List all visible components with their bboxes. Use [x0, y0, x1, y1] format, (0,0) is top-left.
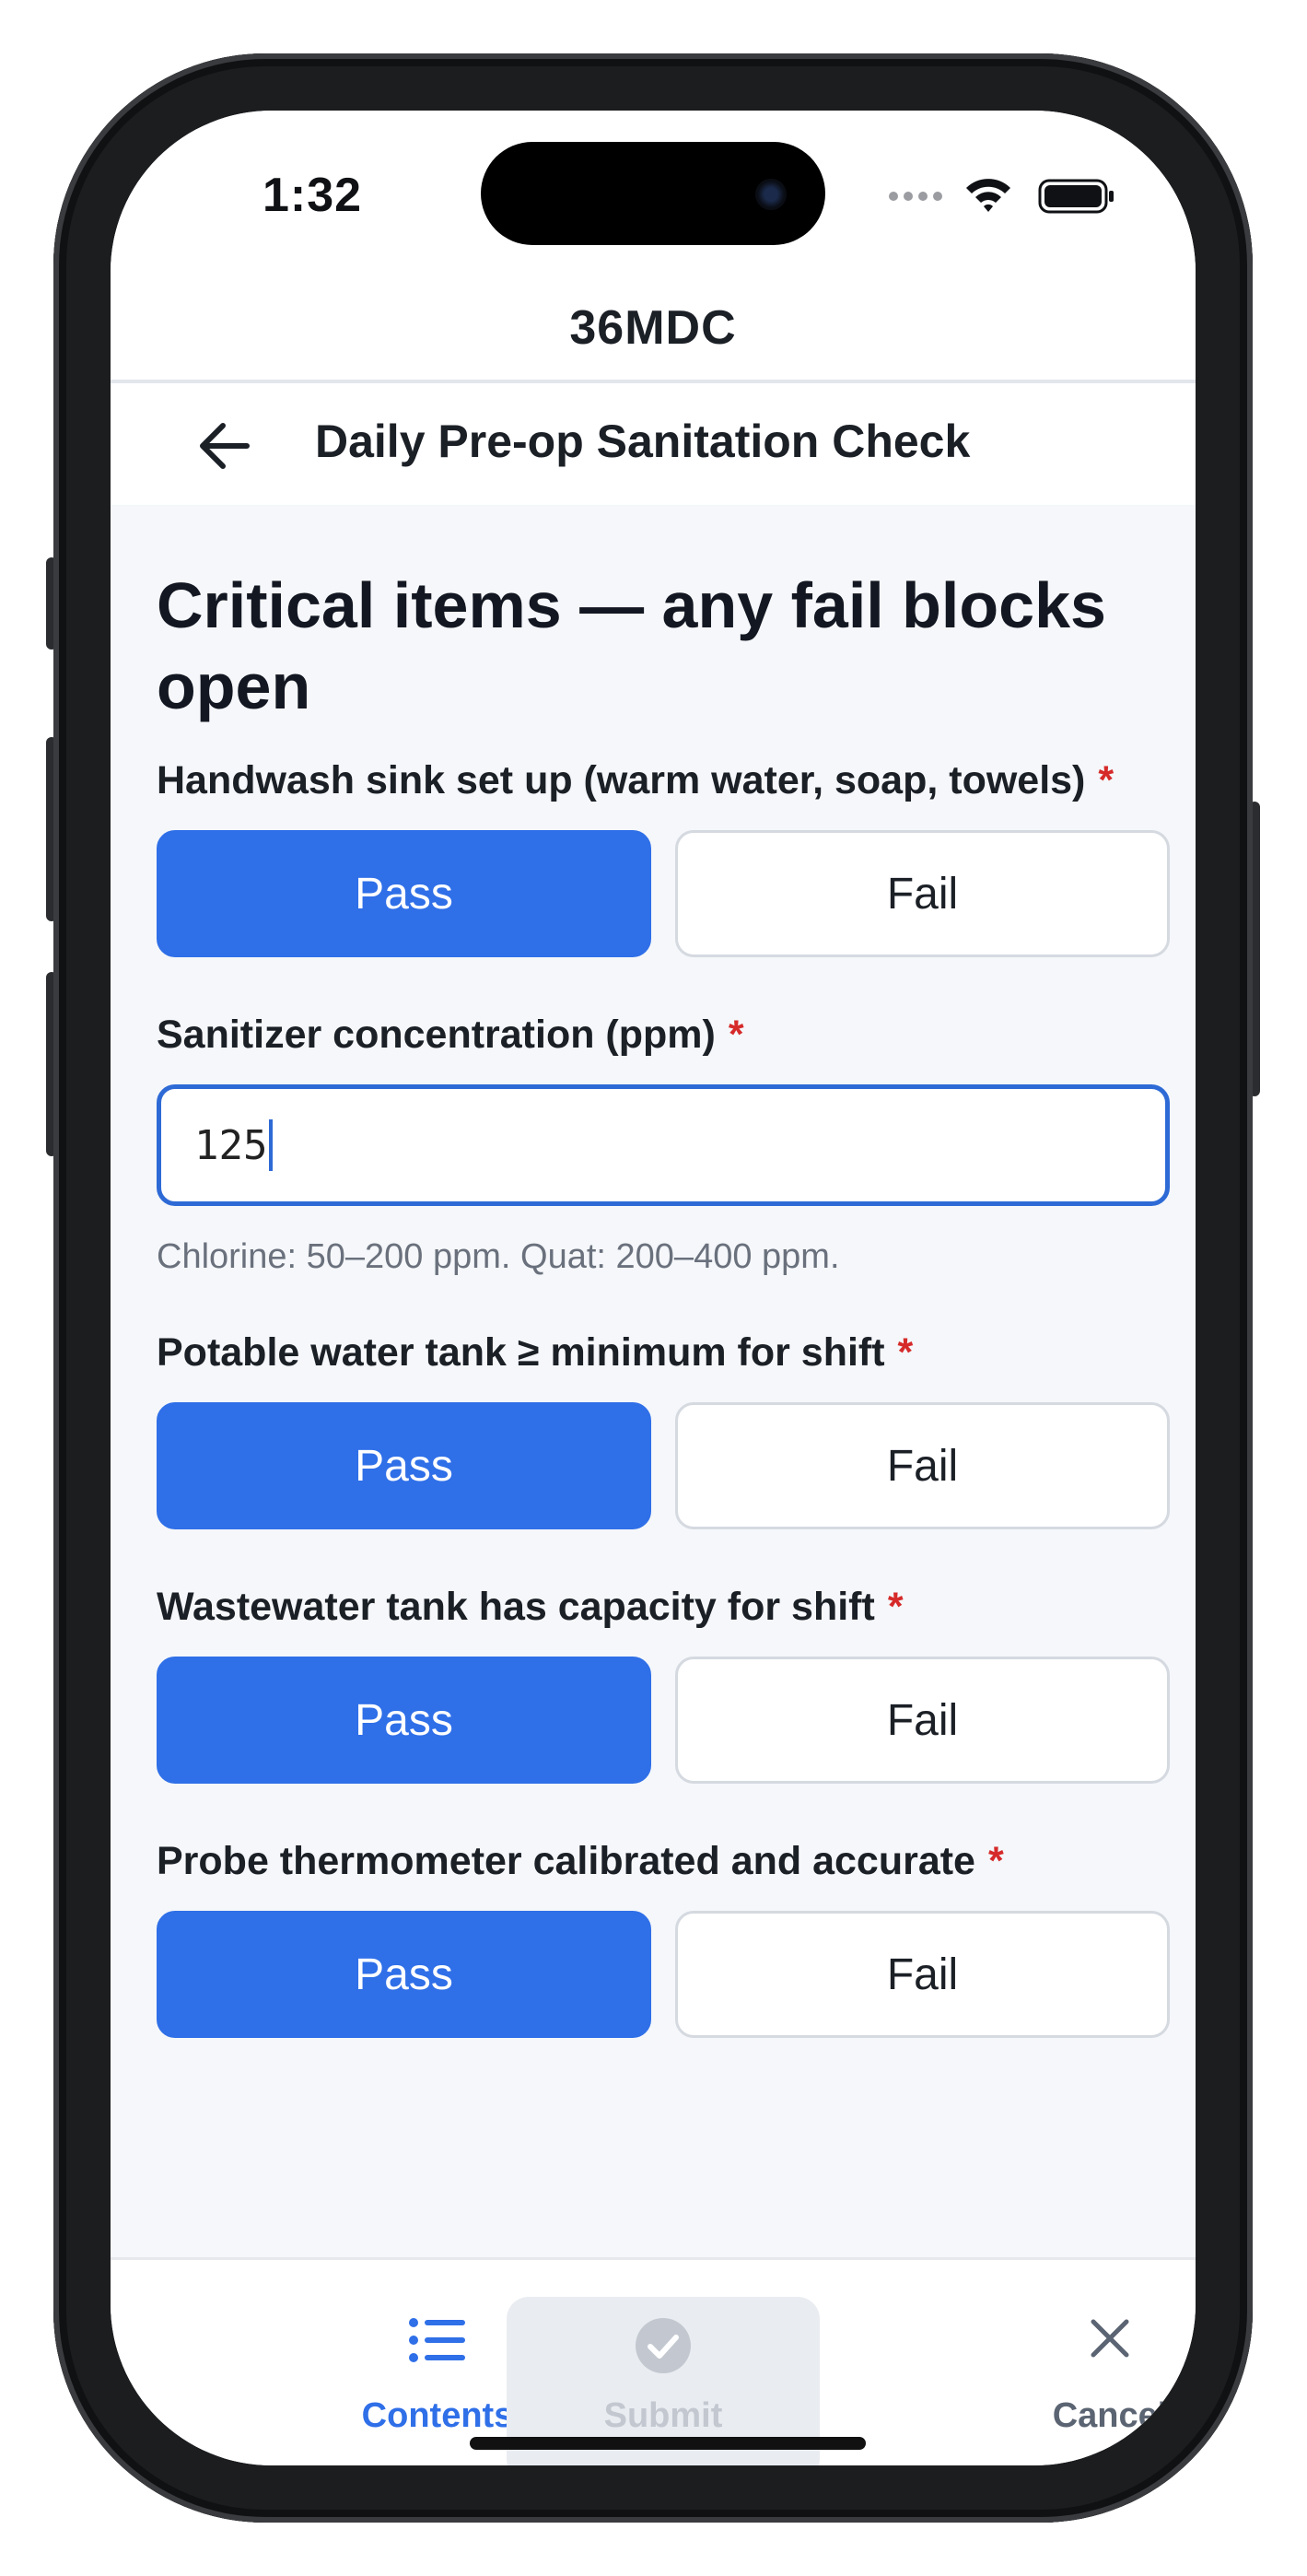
- field-label: Potable water tank ≥ minimum for shift *: [157, 1330, 914, 1375]
- battery-icon: [1038, 179, 1114, 214]
- pass-button[interactable]: Pass: [157, 1911, 651, 2038]
- fail-button[interactable]: Fail: [675, 1911, 1170, 2038]
- bottom-nav: Contents Submit Cancel: [111, 2257, 1196, 2465]
- home-indicator: [470, 2437, 866, 2450]
- field-label: Handwash sink set up (warm water, soap, …: [157, 758, 1114, 802]
- required-marker: *: [987, 1839, 1004, 1883]
- cancel-label: Cancel: [1052, 2396, 1168, 2435]
- pass-button[interactable]: Pass: [157, 1657, 651, 1784]
- pass-button[interactable]: Pass: [157, 1402, 651, 1529]
- wifi-icon: [966, 179, 1010, 212]
- field-potable-water-tank: Potable water tank ≥ minimum for shift * …: [157, 1327, 1170, 1529]
- pass-fail-toggle: Pass Fail: [157, 1657, 1170, 1784]
- status-bar: 1:32: [111, 111, 1196, 276]
- field-handwash-sink: Handwash sink set up (warm water, soap, …: [157, 755, 1170, 957]
- phone-screen: 1:32 36MDC Daily Pre-op Sanitation Check…: [111, 111, 1196, 2465]
- check-circle-icon: [636, 2318, 691, 2373]
- sanitizer-ppm-input[interactable]: 125: [157, 1084, 1170, 1206]
- pass-fail-toggle: Pass Fail: [157, 1911, 1170, 2038]
- required-marker: *: [887, 1585, 904, 1629]
- pass-fail-toggle: Pass Fail: [157, 1402, 1170, 1529]
- front-camera: [755, 179, 787, 210]
- close-icon: [1091, 2319, 1129, 2358]
- required-marker: *: [728, 1013, 744, 1057]
- required-marker: *: [897, 1330, 914, 1375]
- page-title: Daily Pre-op Sanitation Check: [315, 416, 971, 467]
- pass-button[interactable]: Pass: [157, 830, 651, 957]
- help-text: Chlorine: 50–200 ppm. Quat: 200–400 ppm.: [157, 1237, 840, 1276]
- app-title: 36MDC: [569, 301, 737, 355]
- submit-label: Submit: [603, 2396, 723, 2435]
- section-title: Critical items — any fail blocks open: [157, 569, 1106, 722]
- field-sanitizer-concentration: Sanitizer concentration (ppm) * 125 Chlor…: [157, 1009, 1170, 1277]
- list-icon: [409, 2318, 465, 2362]
- signal-dots-icon: [889, 192, 944, 201]
- text-caret: [269, 1119, 274, 1171]
- fail-button[interactable]: Fail: [675, 830, 1170, 957]
- arrow-left-icon[interactable]: [192, 413, 258, 479]
- field-label: Probe thermometer calibrated and accurat…: [157, 1839, 1004, 1883]
- app-header: 36MDC: [111, 276, 1196, 383]
- required-marker: *: [1098, 758, 1114, 802]
- field-label: Wastewater tank has capacity for shift *: [157, 1585, 904, 1629]
- form-content: Critical items — any fail blocks open Ha…: [157, 505, 1170, 2038]
- cancel-button[interactable]: Cancel: [953, 2260, 1196, 2444]
- status-time: 1:32: [263, 169, 363, 222]
- field-label: Sanitizer concentration (ppm) *: [157, 1013, 744, 1057]
- pass-fail-toggle: Pass Fail: [157, 830, 1170, 957]
- field-probe-thermometer: Probe thermometer calibrated and accurat…: [157, 1835, 1170, 2038]
- fail-button[interactable]: Fail: [675, 1402, 1170, 1529]
- page-header: Daily Pre-op Sanitation Check: [111, 383, 1196, 505]
- field-wastewater-tank: Wastewater tank has capacity for shift * …: [157, 1581, 1170, 1784]
- fail-button[interactable]: Fail: [675, 1657, 1170, 1784]
- input-value: 125: [194, 1121, 268, 1169]
- dynamic-island: [481, 142, 825, 245]
